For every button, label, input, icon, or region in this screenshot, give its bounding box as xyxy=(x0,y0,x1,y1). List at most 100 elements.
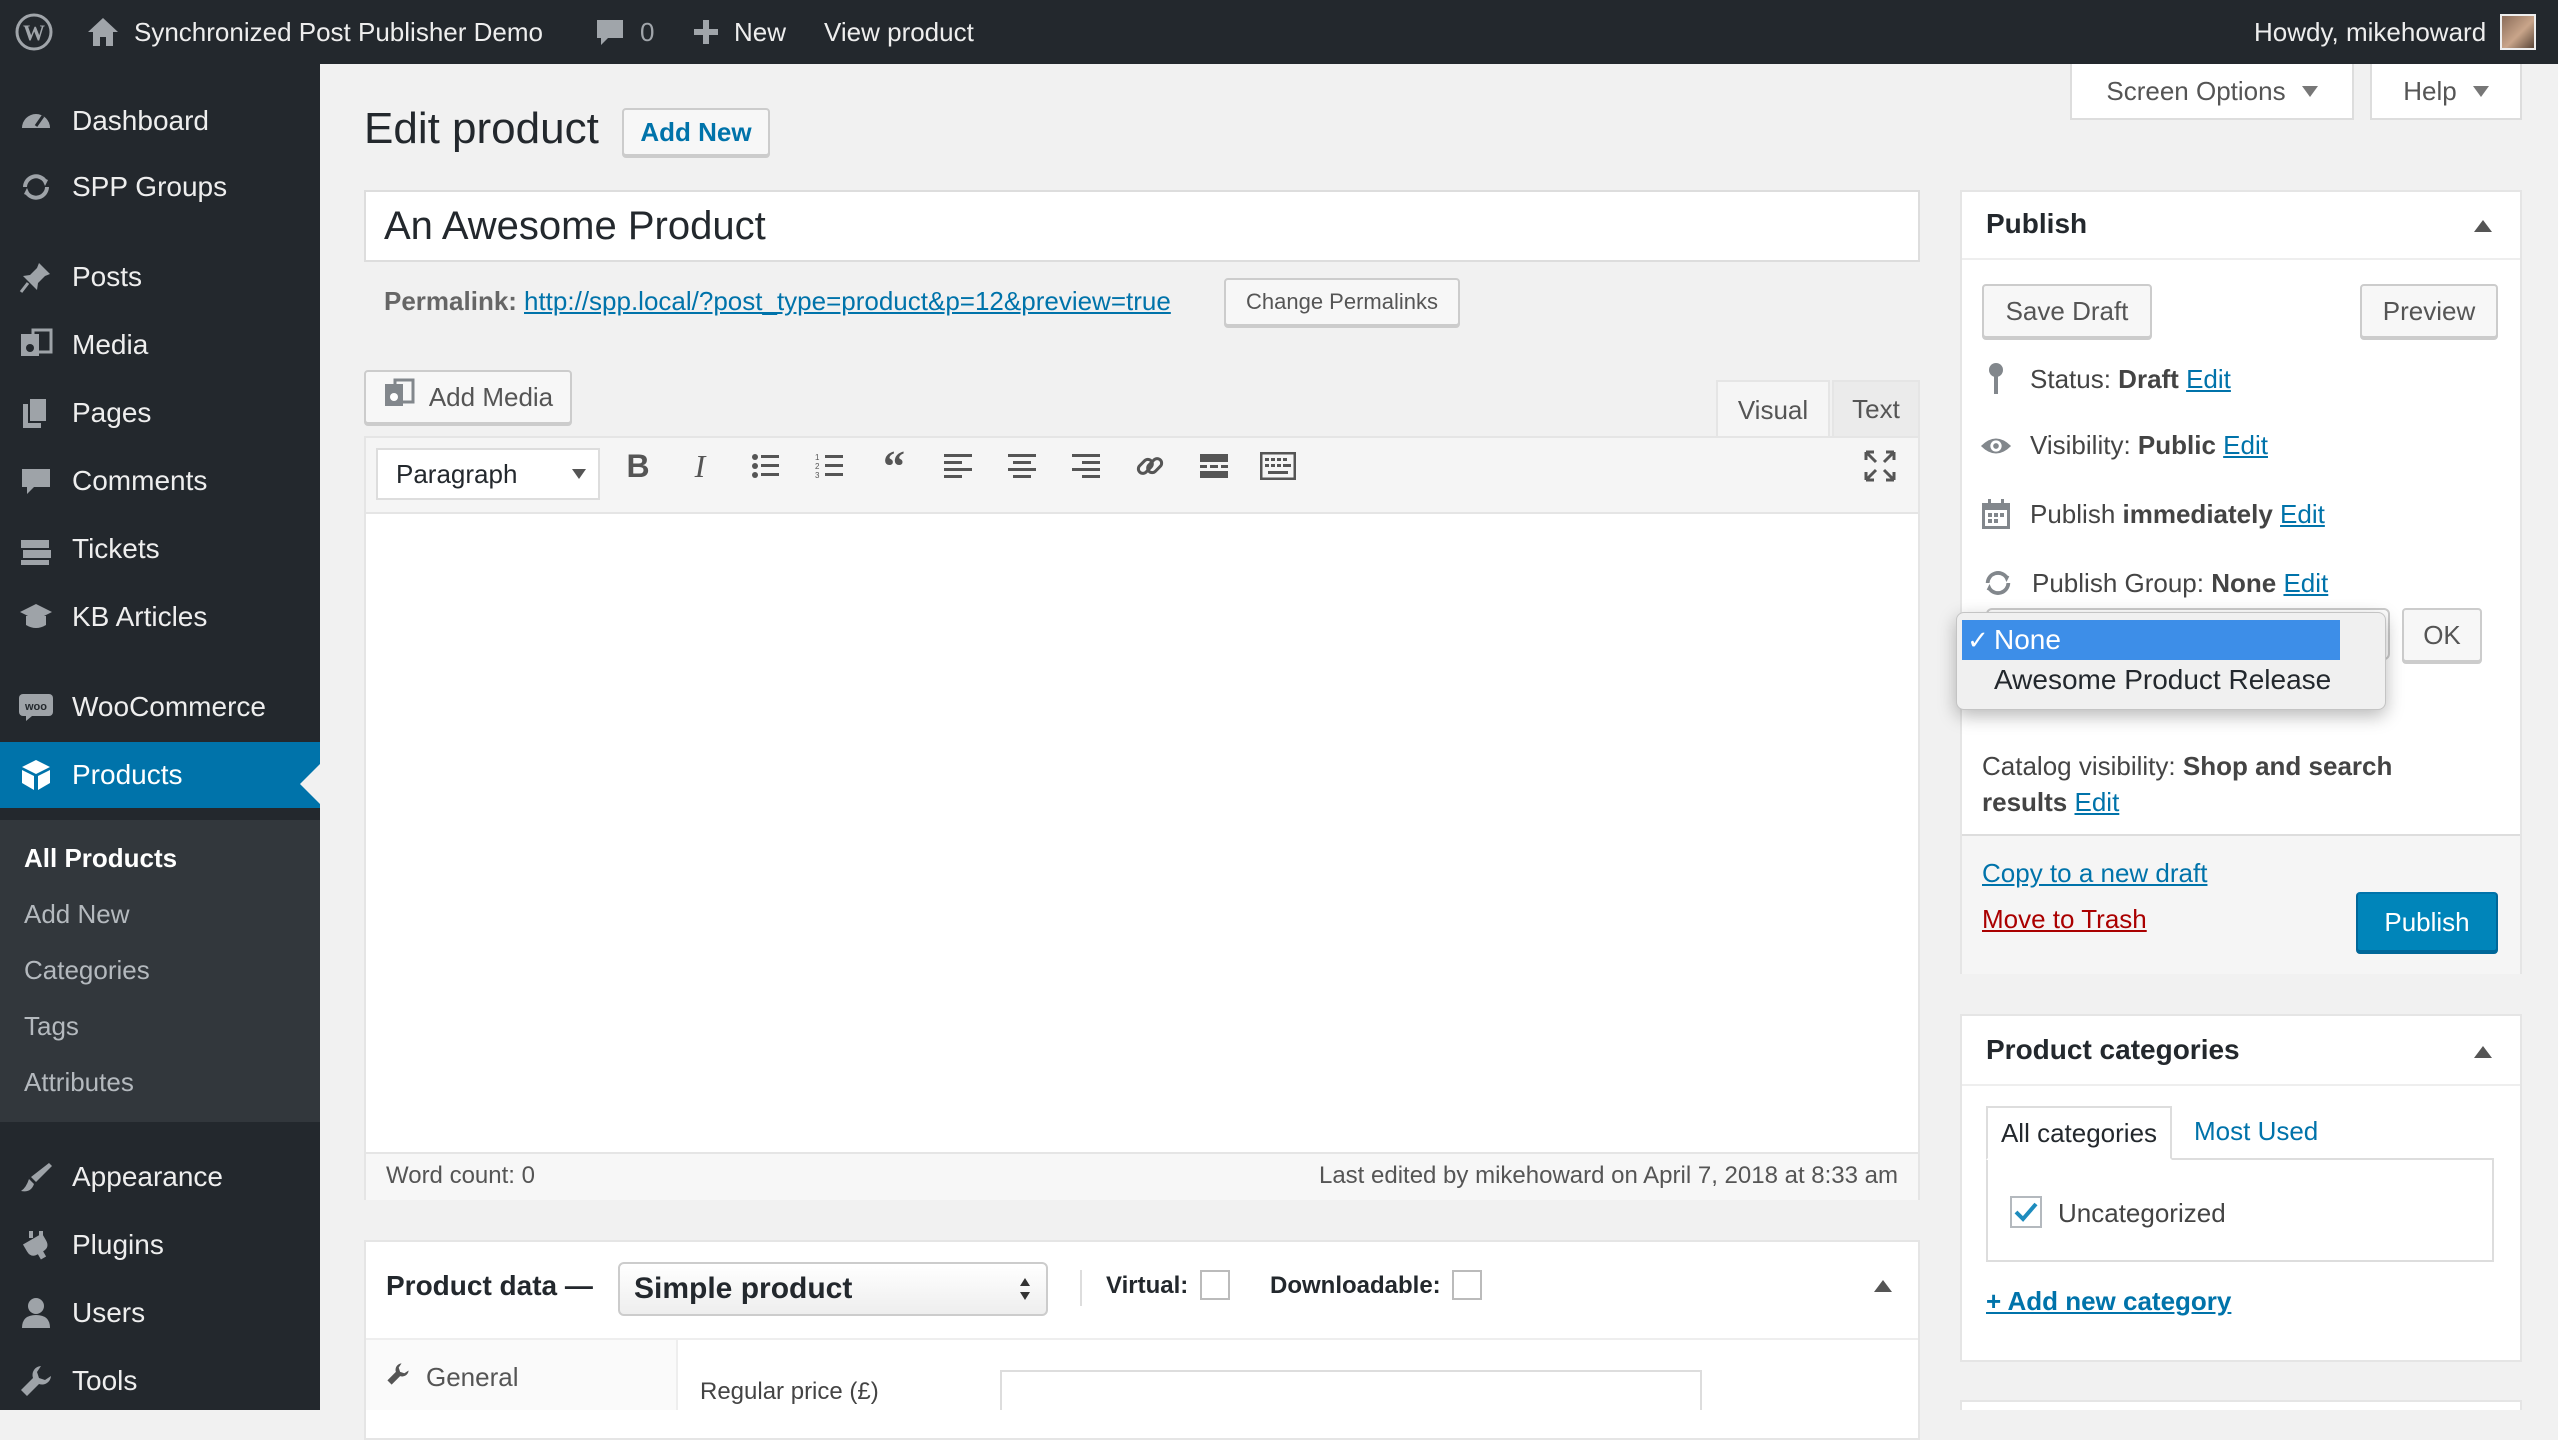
regular-price-label: Regular price (£) xyxy=(700,1378,879,1405)
tab-most-used[interactable]: Most Used xyxy=(2194,1116,2318,1147)
home-icon xyxy=(86,16,120,48)
menu-comments[interactable]: Comments xyxy=(0,448,320,514)
next-postbox xyxy=(1960,1400,2522,1410)
copy-to-draft-link[interactable]: Copy to a new draft xyxy=(1982,858,2207,889)
bold-icon[interactable]: B xyxy=(618,446,658,486)
publish-box-title: Publish xyxy=(1986,208,2088,239)
visibility-value: Public xyxy=(2137,430,2216,460)
status-row: Status: Draft Edit xyxy=(1980,362,2231,396)
tab-all-categories[interactable]: All categories xyxy=(1986,1106,2172,1160)
comments-link[interactable]: 0 xyxy=(594,0,654,64)
divider xyxy=(1080,1270,1082,1306)
align-left-icon[interactable] xyxy=(938,446,978,486)
account-menu[interactable]: Howdy, mikehoward xyxy=(2254,0,2537,64)
preview-button[interactable]: Preview xyxy=(2360,284,2498,338)
pages-icon xyxy=(16,396,56,430)
downloadable-label: Downloadable: xyxy=(1270,1272,1441,1299)
edit-publish-group-link[interactable]: Edit xyxy=(2283,568,2328,598)
dropdown-option-awesome[interactable]: Awesome Product Release xyxy=(1962,660,2340,700)
dropdown-option-none[interactable]: ✓ None xyxy=(1962,620,2340,660)
uncategorized-checkbox[interactable] xyxy=(2010,1196,2042,1228)
change-permalinks-button[interactable]: Change Permalinks xyxy=(1224,278,1460,326)
help-button[interactable]: Help xyxy=(2370,64,2522,120)
publish-group-row: Publish Group: None Edit xyxy=(1982,566,2328,600)
post-title-input[interactable]: An Awesome Product xyxy=(364,190,1920,262)
howdy-label: Howdy, mikehoward xyxy=(2254,16,2487,47)
admin-bar: W Synchronized Post Publisher Demo 0 New… xyxy=(0,0,2558,64)
regular-price-input[interactable] xyxy=(1000,1370,1702,1410)
menu-spp-groups[interactable]: SPP Groups xyxy=(0,154,320,220)
add-media-button[interactable]: Add Media xyxy=(364,370,572,424)
toggle-arrow-icon[interactable] xyxy=(2474,1046,2492,1058)
view-product-link[interactable]: View product xyxy=(824,0,974,64)
products-submenu: All Products Add New Categories Tags Att… xyxy=(0,820,320,1122)
add-new-category-link[interactable]: + Add new category xyxy=(1986,1286,2231,1317)
fullscreen-icon[interactable] xyxy=(1860,446,1900,486)
read-more-icon[interactable] xyxy=(1194,446,1234,486)
link-icon[interactable] xyxy=(1130,446,1170,486)
submenu-categories[interactable]: Categories xyxy=(24,948,150,992)
uncategorized-label: Uncategorized xyxy=(2058,1198,2226,1228)
menu-media[interactable]: Media xyxy=(0,312,320,378)
last-edited: Last edited by mikehoward on April 7, 20… xyxy=(1318,1162,1898,1189)
move-to-trash-link[interactable]: Move to Trash xyxy=(1982,904,2147,935)
submenu-tags[interactable]: Tags xyxy=(24,1004,79,1048)
menu-tickets[interactable]: Tickets xyxy=(0,516,320,582)
toggle-arrow-icon[interactable] xyxy=(1874,1280,1892,1292)
plus-icon xyxy=(692,18,720,46)
tab-text[interactable]: Text xyxy=(1832,380,1920,436)
menu-appearance[interactable]: Appearance xyxy=(0,1144,320,1210)
numbered-list-icon[interactable]: 123 xyxy=(810,446,850,486)
edit-publish-date-link[interactable]: Edit xyxy=(2280,499,2325,529)
categories-title: Product categories xyxy=(1986,1034,2240,1065)
menu-tools[interactable]: Tools xyxy=(0,1348,320,1414)
submenu-all-products[interactable]: All Products xyxy=(24,836,177,880)
menu-products[interactable]: Products xyxy=(0,742,320,808)
format-select[interactable]: Paragraph xyxy=(376,448,600,500)
toggle-arrow-icon[interactable] xyxy=(2474,220,2492,232)
tab-general[interactable]: General xyxy=(386,1362,519,1393)
calendar-icon xyxy=(1980,498,2012,530)
avatar xyxy=(2500,14,2537,50)
menu-pages[interactable]: Pages xyxy=(0,380,320,446)
view-product-label: View product xyxy=(824,16,974,47)
menu-posts[interactable]: Posts xyxy=(0,244,320,310)
tab-visual[interactable]: Visual xyxy=(1716,380,1830,438)
toolbar-toggle-icon[interactable] xyxy=(1258,446,1298,486)
catalog-visibility: Catalog visibility: Shop and search resu… xyxy=(1982,751,2393,817)
downloadable-checkbox[interactable] xyxy=(1452,1270,1482,1300)
wordpress-logo-icon[interactable]: W xyxy=(14,0,54,64)
edit-catalog-visibility-link[interactable]: Edit xyxy=(2075,787,2120,817)
blockquote-icon[interactable]: “ xyxy=(874,442,914,491)
screen-options-button[interactable]: Screen Options xyxy=(2070,64,2354,120)
menu-woocommerce[interactable]: woo WooCommerce xyxy=(0,674,320,740)
virtual-checkbox[interactable] xyxy=(1200,1270,1230,1300)
add-new-button[interactable]: Add New xyxy=(622,108,770,156)
site-name: Synchronized Post Publisher Demo xyxy=(134,16,543,47)
menu-kb-articles[interactable]: KB Articles xyxy=(0,584,320,650)
italic-icon[interactable]: I xyxy=(680,446,720,486)
comment-icon xyxy=(594,17,626,47)
publish-button[interactable]: Publish xyxy=(2356,892,2498,952)
svg-text:W: W xyxy=(23,20,45,45)
publish-date-value: immediately xyxy=(2122,498,2273,529)
ok-button[interactable]: OK xyxy=(2402,608,2482,662)
product-data-label: Product data — xyxy=(386,1270,593,1301)
dashboard-icon xyxy=(16,104,56,138)
submenu-attributes[interactable]: Attributes xyxy=(24,1060,134,1104)
save-draft-button[interactable]: Save Draft xyxy=(1982,284,2152,338)
edit-visibility-link[interactable]: Edit xyxy=(2223,430,2268,460)
submenu-add-new[interactable]: Add New xyxy=(24,892,130,936)
edit-status-link[interactable]: Edit xyxy=(2186,364,2231,394)
bullet-list-icon[interactable] xyxy=(746,446,786,486)
new-content-link[interactable]: New xyxy=(692,0,786,64)
menu-users[interactable]: Users xyxy=(0,1280,320,1346)
menu-dashboard[interactable]: Dashboard xyxy=(0,88,320,154)
permalink-link[interactable]: http://spp.local/?post_type=product&p=12… xyxy=(524,286,1171,317)
product-type-select[interactable]: Simple product xyxy=(618,1262,1048,1316)
site-name-link[interactable]: Synchronized Post Publisher Demo xyxy=(86,0,543,64)
align-right-icon[interactable] xyxy=(1066,446,1106,486)
menu-plugins[interactable]: Plugins xyxy=(0,1212,320,1278)
align-center-icon[interactable] xyxy=(1002,446,1042,486)
wrench-icon xyxy=(16,1364,56,1398)
